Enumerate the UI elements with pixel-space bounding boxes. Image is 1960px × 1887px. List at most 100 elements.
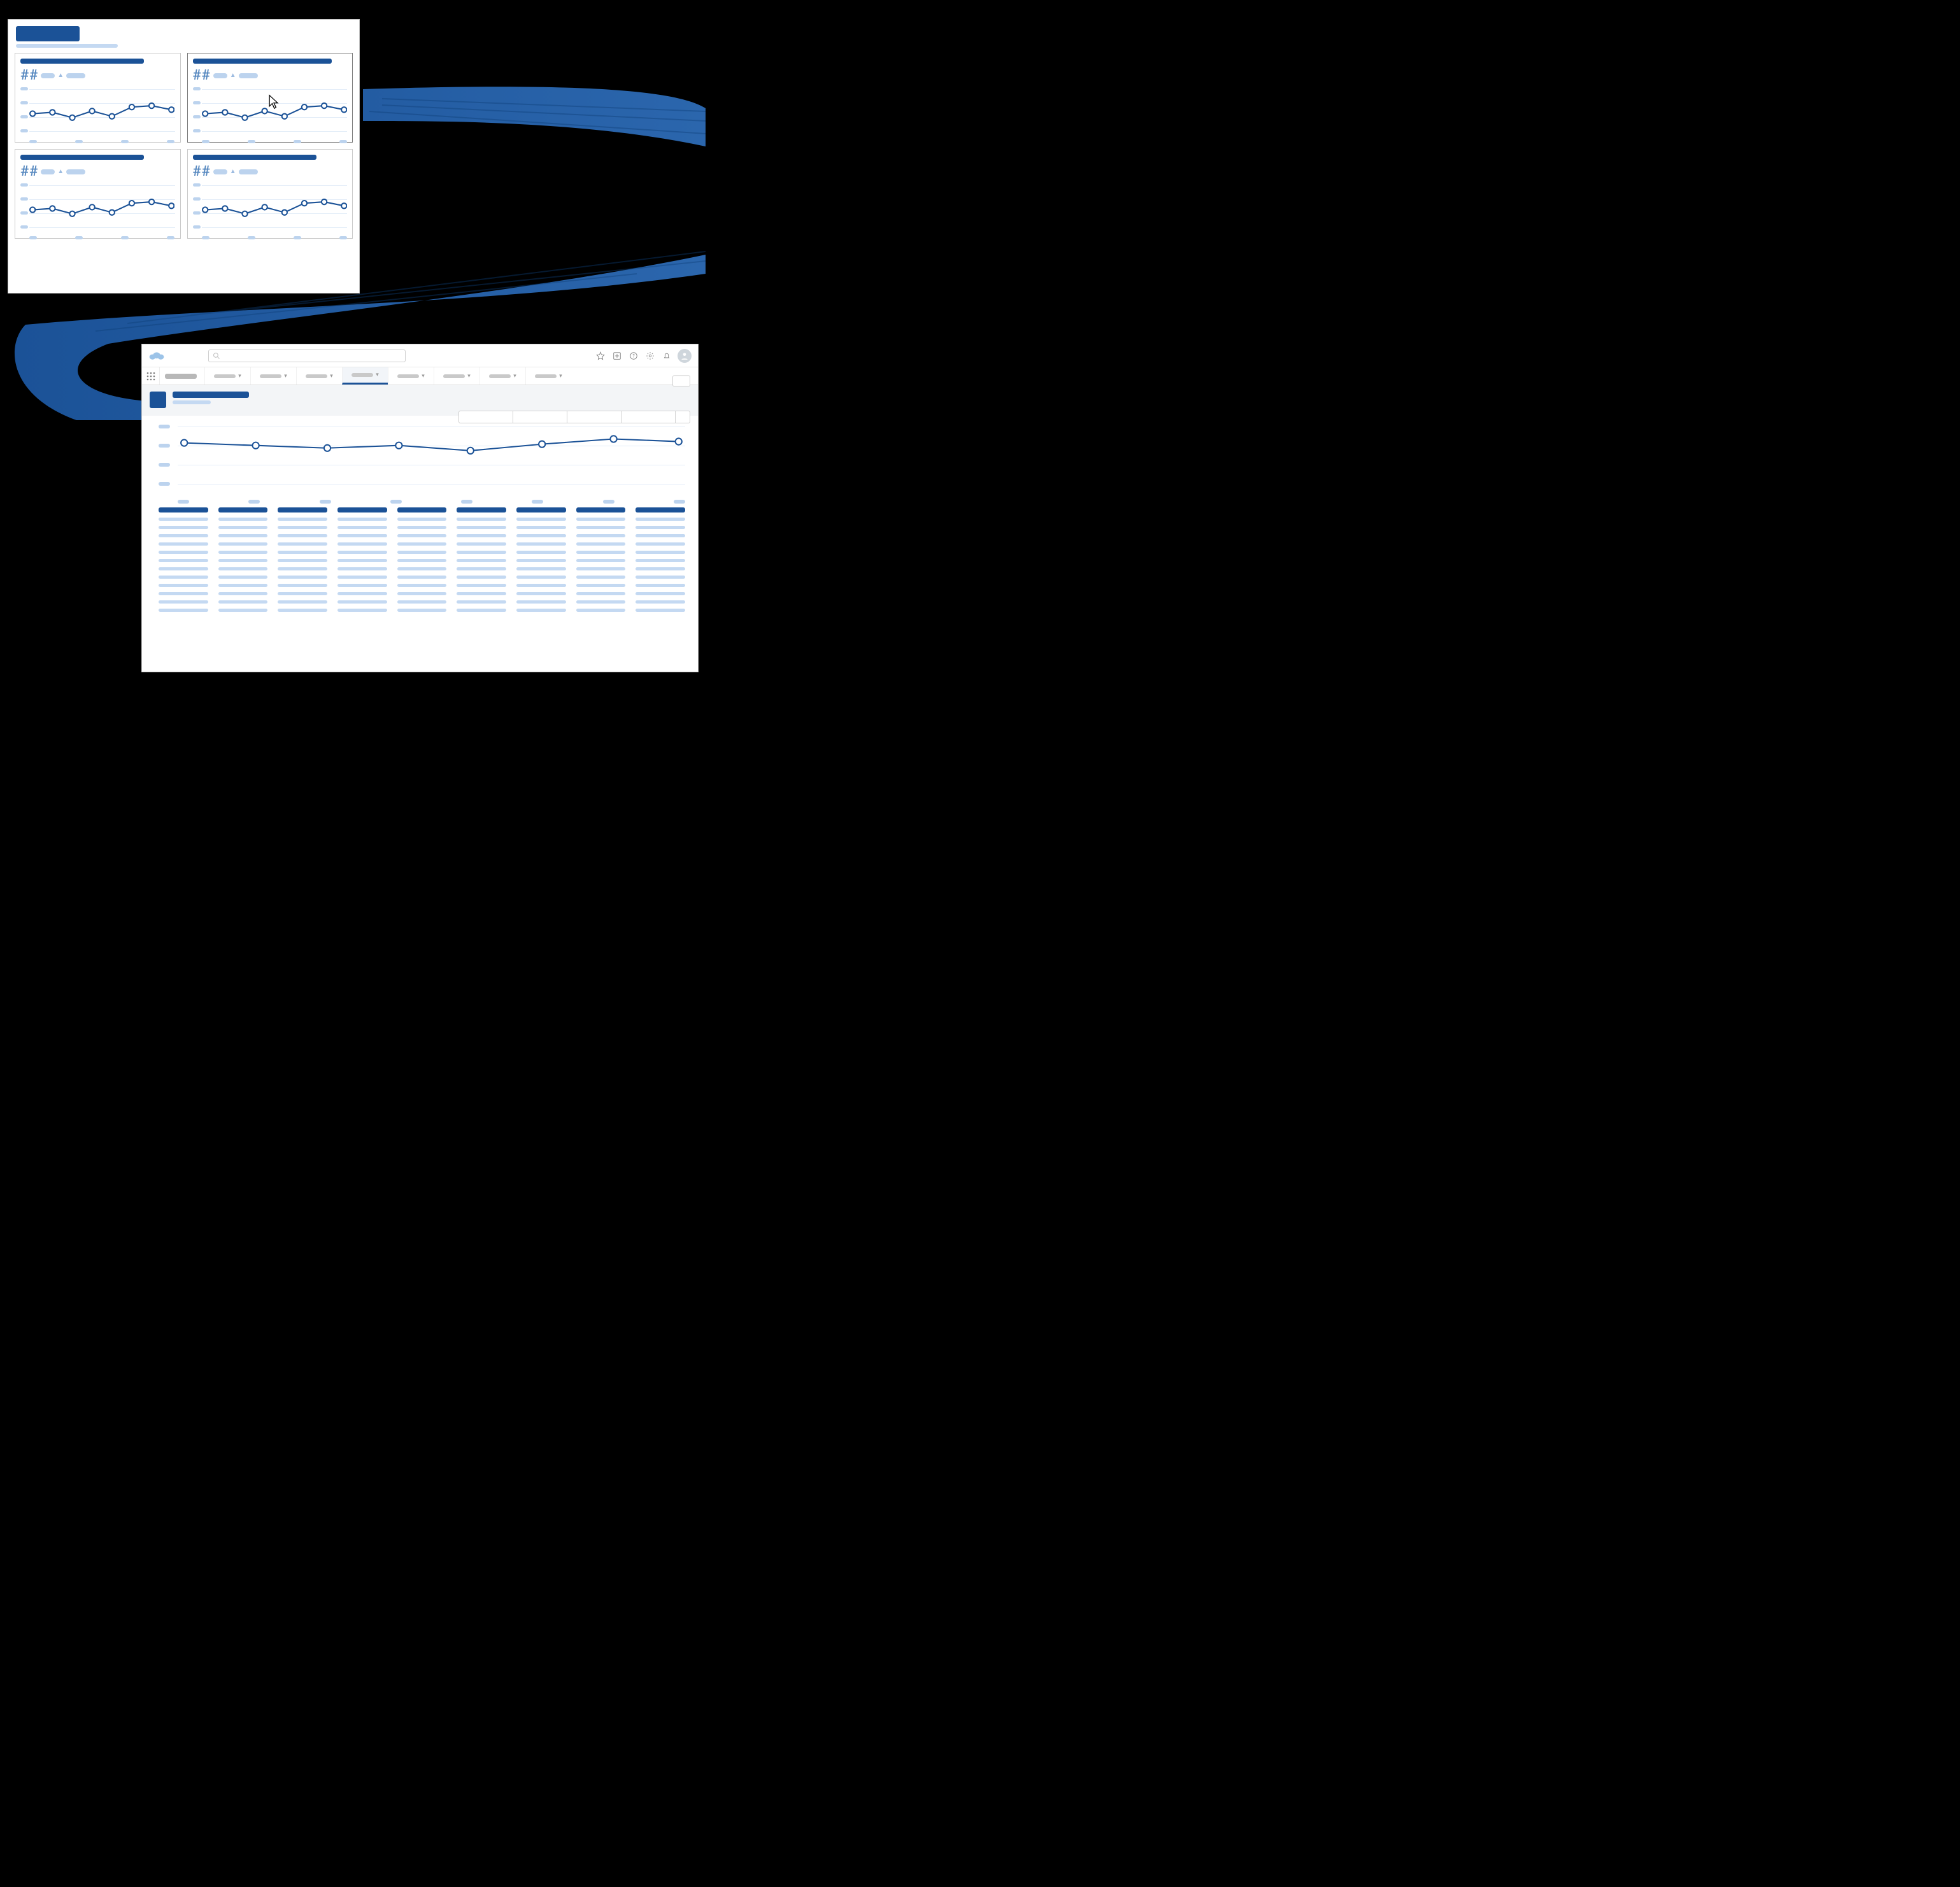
user-avatar[interactable] [678,349,692,363]
table-column-header[interactable] [516,507,566,512]
table-cell [159,534,208,537]
table-cell [337,576,387,579]
table-cell [636,551,685,554]
table-cell [516,592,566,595]
table-cell [516,542,566,546]
kpi-chip [239,73,258,78]
dashboard-title-bar [16,26,80,41]
table-cell [397,592,447,595]
table-cell [278,567,327,570]
kpi-chip [239,169,258,174]
table-column-header[interactable] [636,507,685,512]
table-cell [516,584,566,587]
table-cell [278,534,327,537]
trend-up-icon: ▲ [230,72,236,79]
table-column-header[interactable] [218,507,268,512]
global-search-input[interactable] [208,350,406,362]
global-header: ? [142,344,698,367]
table-cell [337,559,387,562]
detail-window: ? ▾▾▾▾▾▾▾▾ [141,344,699,672]
table-column-header[interactable] [457,507,506,512]
chevron-down-icon: ▾ [467,373,471,379]
table-cell [218,600,268,604]
table-cell [576,600,626,604]
table-cell [636,526,685,529]
dashboard-card[interactable]: ## ▲ [15,149,181,239]
table-cell [278,526,327,529]
chevron-down-icon: ▾ [238,373,241,379]
table-cell [337,534,387,537]
table-column-header[interactable] [337,507,387,512]
table-cell [337,551,387,554]
table-cell [337,609,387,612]
setup-gear-icon[interactable] [644,350,656,362]
card-kpi-value: ## [193,67,211,83]
table-cell [159,584,208,587]
table-cell [397,576,447,579]
trend-up-icon: ▲ [57,72,64,79]
nav-tab[interactable]: ▾ [296,367,342,385]
app-launcher-icon[interactable] [142,367,160,385]
table-cell [278,609,327,612]
table-cell [397,534,447,537]
table-cell [636,567,685,570]
table-column-header[interactable] [159,507,208,512]
table-cell [457,526,506,529]
card-kpi-value: ## [20,164,38,180]
table-cell [516,576,566,579]
dashboard-caption: Dashboard: Dashboard [8,4,99,14]
detail-table [142,505,698,672]
nav-tab[interactable]: ▾ [204,367,250,385]
card-kpi-value: ## [193,164,211,180]
table-cell [159,542,208,546]
nav-tab[interactable]: ▾ [388,367,434,385]
table-cell [218,542,268,546]
notifications-bell-icon[interactable] [661,350,672,362]
table-cell [337,592,387,595]
table-cell [159,609,208,612]
table-cell [457,609,506,612]
table-cell [636,584,685,587]
table-cell [397,526,447,529]
nav-tab[interactable]: ▾ [434,367,479,385]
card-title-bar [20,155,144,160]
table-cell [636,542,685,546]
record-header [142,385,698,416]
nav-tab[interactable]: ▾ [525,367,571,385]
table-cell [337,518,387,521]
table-cell [218,526,268,529]
table-column-header[interactable] [397,507,447,512]
dashboard-card[interactable]: ## ▲ [187,149,353,239]
chevron-down-icon: ▾ [513,373,516,379]
record-subtitle-bar [173,400,211,404]
nav-tab[interactable]: ▾ [479,367,525,385]
table-cell [576,518,626,521]
table-cell [457,551,506,554]
card-kpi-value: ## [20,67,38,83]
table-cell [576,584,626,587]
favorite-icon[interactable] [595,350,606,362]
dashboard-card-grid: ## ▲ [8,53,359,245]
table-column-header[interactable] [576,507,626,512]
dashboard-card-hovered[interactable]: ## ▲ [187,53,353,143]
table-cell [397,600,447,604]
table-cell [218,551,268,554]
table-cell [218,609,268,612]
nav-bar: ▾▾▾▾▾▾▾▾ [142,367,698,385]
table-cell [516,526,566,529]
table-cell [576,542,626,546]
table-cell [159,551,208,554]
nav-tab[interactable]: ▾ [342,367,388,385]
detail-line-chart [142,416,698,505]
kpi-chip [66,169,85,174]
add-icon[interactable] [611,350,623,362]
dashboard-card[interactable]: ## ▲ [15,53,181,143]
help-icon[interactable]: ? [628,350,639,362]
kpi-chip [41,73,55,78]
person-icon [680,351,689,360]
table-cell [576,576,626,579]
table-cell [516,559,566,562]
table-column-header[interactable] [278,507,327,512]
nav-tab[interactable]: ▾ [250,367,296,385]
header-action-button[interactable] [672,375,690,386]
